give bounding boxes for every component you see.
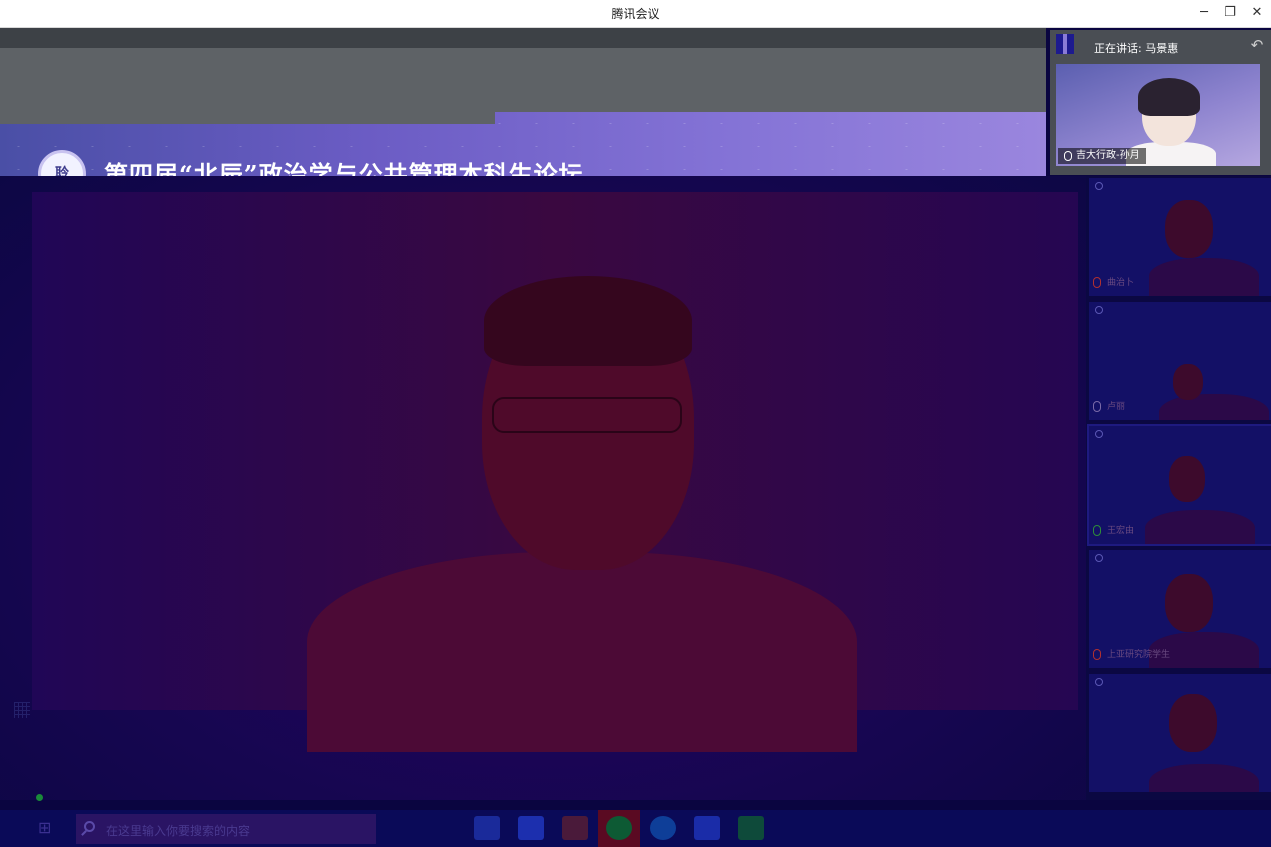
participant-head: [1173, 364, 1203, 400]
status-dot: [1095, 182, 1103, 190]
participant-head: [1169, 694, 1217, 752]
close-button[interactable]: ✕: [1246, 3, 1268, 23]
speaker-avatar-icon: [1056, 34, 1074, 54]
participant-shoulders: [1145, 510, 1255, 544]
status-dot: [1095, 430, 1103, 438]
speaking-panel[interactable]: 正在讲话: 马景惠 ↶ 吉大行政-孙月: [1050, 30, 1271, 175]
participant-tile[interactable]: [1089, 674, 1271, 792]
status-dot: [1095, 678, 1103, 686]
thumb-name: 吉大行政-孙月: [1076, 150, 1140, 161]
status-dot: [1095, 306, 1103, 314]
main-video[interactable]: [0, 176, 1086, 800]
taskbar: ⊞ 在这里输入你要搜索的内容: [0, 810, 1271, 847]
participant-shoulders: [1149, 764, 1259, 792]
participant-shoulders: [1149, 258, 1259, 296]
title-bar: 腾讯会议 ─ ❐ ✕: [0, 0, 1271, 28]
search-placeholder: 在这里输入你要搜索的内容: [106, 824, 251, 838]
mic-icon: [1064, 151, 1072, 161]
speaker-glasses: [492, 397, 682, 433]
participant-tile[interactable]: 卢丽: [1089, 302, 1271, 420]
participant-name: 王宏由: [1107, 526, 1135, 536]
speaking-label: 正在讲话: 马景惠: [1094, 42, 1179, 55]
folder-icon[interactable]: [562, 816, 588, 840]
participant-tile[interactable]: 曲治卜: [1089, 178, 1271, 296]
return-arrow-icon[interactable]: ↶: [1247, 36, 1267, 56]
main-video-frame: [32, 192, 1078, 752]
participant-head: [1169, 456, 1205, 502]
taskbar-search[interactable]: 在这里输入你要搜索的内容: [76, 814, 376, 844]
speaker-hair: [484, 276, 692, 366]
participant-tile[interactable]: 上亚研究院学生: [1089, 550, 1271, 668]
network-status-icon: [36, 794, 43, 801]
browser-icon[interactable]: [650, 816, 676, 840]
mail-icon[interactable]: [474, 816, 500, 840]
participant-tile[interactable]: 王宏由: [1087, 424, 1271, 546]
thumb-name-label: 吉大行政-孙月: [1058, 148, 1146, 164]
participant-name: 曲治卜: [1107, 278, 1135, 288]
spreadsheet-icon[interactable]: [738, 816, 764, 840]
participant-name: 卢丽: [1107, 402, 1126, 412]
chat-icon[interactable]: [606, 816, 632, 840]
meeting-icon[interactable]: [694, 816, 720, 840]
participant-list: 曲治卜 卢丽 王宏由 上亚研究院学生: [1086, 176, 1271, 800]
participant-name: 上亚研究院学生: [1107, 650, 1171, 660]
thumb-hair: [1138, 78, 1200, 116]
speaker-thumbnail[interactable]: 吉大行政-孙月: [1056, 64, 1260, 166]
participant-head: [1165, 574, 1213, 632]
participant-head: [1165, 200, 1213, 258]
minimize-button[interactable]: ─: [1193, 3, 1215, 23]
participant-shoulders: [1159, 394, 1269, 420]
speaking-header: 正在讲话: 马景惠 ↶: [1050, 30, 1271, 62]
app-icon[interactable]: [518, 816, 544, 840]
banner-mask: [0, 112, 495, 124]
search-icon: [84, 821, 95, 832]
window-title: 腾讯会议: [611, 7, 660, 21]
start-icon[interactable]: ⊞: [38, 818, 58, 838]
share-toolbar: [0, 28, 1046, 48]
speaker-body: [307, 552, 857, 752]
grid-view-icon[interactable]: [14, 702, 30, 718]
restore-button[interactable]: ❐: [1219, 3, 1241, 23]
status-dot: [1095, 554, 1103, 562]
